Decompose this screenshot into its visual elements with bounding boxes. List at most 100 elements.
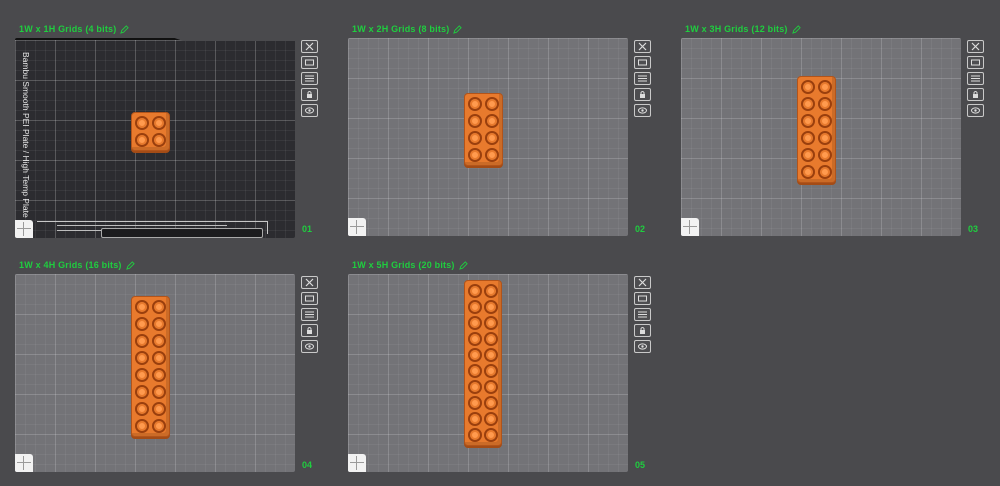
close-icon[interactable] <box>634 276 651 289</box>
bit-socket <box>484 284 498 298</box>
auto-orient-icon[interactable] <box>301 292 318 305</box>
arrange-icon[interactable] <box>634 72 651 85</box>
plate-number: 02 <box>635 224 646 234</box>
lock-icon[interactable] <box>634 324 651 337</box>
plate-bed[interactable] <box>681 38 961 236</box>
close-icon[interactable] <box>301 276 318 289</box>
bit-socket <box>484 412 498 426</box>
bit-socket <box>818 165 832 179</box>
plate-bed[interactable]: Bambu Smooth PEI Plate / High Temp Plate <box>15 38 295 238</box>
lock-icon[interactable] <box>967 88 984 101</box>
preview-eye-icon[interactable] <box>967 104 984 117</box>
bit-socket <box>801 80 815 94</box>
bit-socket <box>485 131 499 145</box>
bit-socket <box>818 148 832 162</box>
edit-icon[interactable] <box>791 24 801 34</box>
plate-card-2[interactable]: 1W x 2H Grids (8 bits) 02 <box>348 22 668 242</box>
plate-bed[interactable] <box>348 38 628 236</box>
bit-socket <box>152 334 166 348</box>
plate-toolbar <box>634 40 652 117</box>
bit-socket <box>135 385 149 399</box>
plate-bed[interactable] <box>348 274 628 472</box>
bit-socket <box>152 300 166 314</box>
bit-socket <box>135 419 149 433</box>
bit-socket <box>484 364 498 378</box>
plate-title[interactable]: 1W x 3H Grids (12 bits) <box>685 22 801 36</box>
edit-icon[interactable] <box>453 24 463 34</box>
bed-status-strip <box>101 228 263 238</box>
plate-card-1[interactable]: 1W x 1H Grids (4 bits) Bambu Smooth PEI … <box>15 22 335 242</box>
plate-title-text: 1W x 1H Grids (4 bits) <box>19 24 117 34</box>
auto-orient-icon[interactable] <box>967 56 984 69</box>
plate-title-text: 1W x 3H Grids (12 bits) <box>685 24 788 34</box>
bit-socket <box>485 114 499 128</box>
bit-socket <box>801 114 815 128</box>
bit-socket <box>468 284 482 298</box>
bit-socket <box>484 428 498 442</box>
close-icon[interactable] <box>967 40 984 53</box>
grid-part[interactable] <box>464 280 502 446</box>
plate-title[interactable]: 1W x 2H Grids (8 bits) <box>352 22 463 36</box>
bit-socket <box>468 114 482 128</box>
grid-part[interactable] <box>131 112 170 151</box>
plate-number: 04 <box>302 460 313 470</box>
arrange-icon[interactable] <box>967 72 984 85</box>
edit-icon[interactable] <box>458 260 468 270</box>
plate-title[interactable]: 1W x 5H Grids (20 bits) <box>352 258 468 272</box>
preview-eye-icon[interactable] <box>634 104 651 117</box>
bit-socket <box>801 148 815 162</box>
bit-socket <box>818 131 832 145</box>
bit-socket <box>818 97 832 111</box>
plate-card-5[interactable]: 1W x 5H Grids (20 bits) 05 <box>348 258 668 478</box>
edit-icon[interactable] <box>120 24 130 34</box>
close-icon[interactable] <box>301 40 318 53</box>
plate-bed[interactable] <box>15 274 295 472</box>
plate-title[interactable]: 1W x 4H Grids (16 bits) <box>19 258 135 272</box>
bit-socket <box>468 364 482 378</box>
plate-origin-icon <box>15 220 33 238</box>
plate-card-4[interactable]: 1W x 4H Grids (16 bits) 04 <box>15 258 335 478</box>
grid-part[interactable] <box>131 296 170 437</box>
bit-socket <box>484 300 498 314</box>
grid-part[interactable] <box>797 76 836 183</box>
plate-origin-icon <box>348 218 366 236</box>
arrange-icon[interactable] <box>634 308 651 321</box>
edit-icon[interactable] <box>125 260 135 270</box>
arrange-icon[interactable] <box>301 308 318 321</box>
bit-socket <box>484 332 498 346</box>
grid-part[interactable] <box>464 93 503 166</box>
bit-socket <box>152 385 166 399</box>
plate-toolbar <box>301 276 319 353</box>
bit-socket <box>152 317 166 331</box>
plate-card-3[interactable]: 1W x 3H Grids (12 bits) 03 <box>681 22 1000 242</box>
plate-toolbar <box>634 276 652 353</box>
arrange-icon[interactable] <box>301 72 318 85</box>
auto-orient-icon[interactable] <box>634 56 651 69</box>
bit-socket <box>152 351 166 365</box>
preview-eye-icon[interactable] <box>301 104 318 117</box>
bit-socket <box>135 133 149 147</box>
bit-socket <box>135 368 149 382</box>
close-icon[interactable] <box>634 40 651 53</box>
preview-eye-icon[interactable] <box>301 340 318 353</box>
lock-icon[interactable] <box>301 324 318 337</box>
lock-icon[interactable] <box>301 88 318 101</box>
auto-orient-icon[interactable] <box>301 56 318 69</box>
bit-socket <box>484 348 498 362</box>
bit-socket <box>135 300 149 314</box>
plate-title[interactable]: 1W x 1H Grids (4 bits) <box>19 22 130 36</box>
bit-socket <box>484 316 498 330</box>
bit-socket <box>468 428 482 442</box>
bit-socket <box>135 351 149 365</box>
preview-eye-icon[interactable] <box>634 340 651 353</box>
bit-socket <box>468 348 482 362</box>
plate-title-text: 1W x 4H Grids (16 bits) <box>19 260 122 270</box>
plate-origin-icon <box>681 218 699 236</box>
auto-orient-icon[interactable] <box>634 292 651 305</box>
plate-number: 03 <box>968 224 979 234</box>
bit-socket <box>152 116 166 130</box>
bit-socket <box>468 97 482 111</box>
bit-socket <box>484 380 498 394</box>
bit-socket <box>485 97 499 111</box>
lock-icon[interactable] <box>634 88 651 101</box>
